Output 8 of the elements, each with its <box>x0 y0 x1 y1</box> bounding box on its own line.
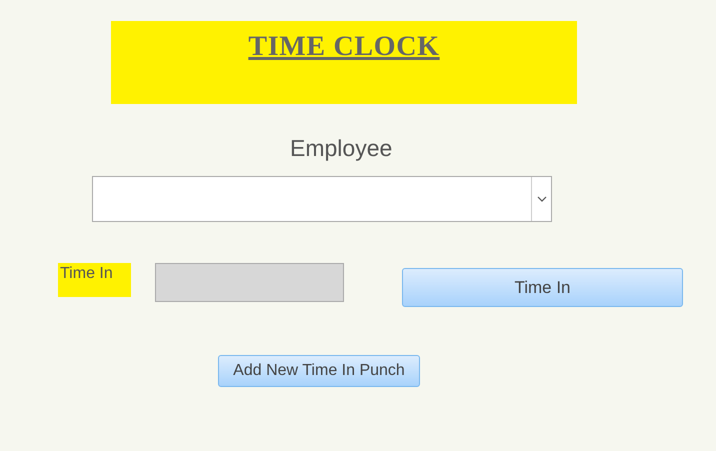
time-in-label: Time In <box>58 263 131 297</box>
add-punch-button[interactable]: Add New Time In Punch <box>218 355 420 387</box>
employee-label: Employee <box>290 134 392 162</box>
time-in-field[interactable] <box>155 263 344 302</box>
page-title: TIME CLOCK <box>248 31 440 63</box>
time-in-button[interactable]: Time In <box>402 268 683 307</box>
employee-dropdown[interactable] <box>92 176 552 222</box>
chevron-down-icon <box>536 196 546 202</box>
